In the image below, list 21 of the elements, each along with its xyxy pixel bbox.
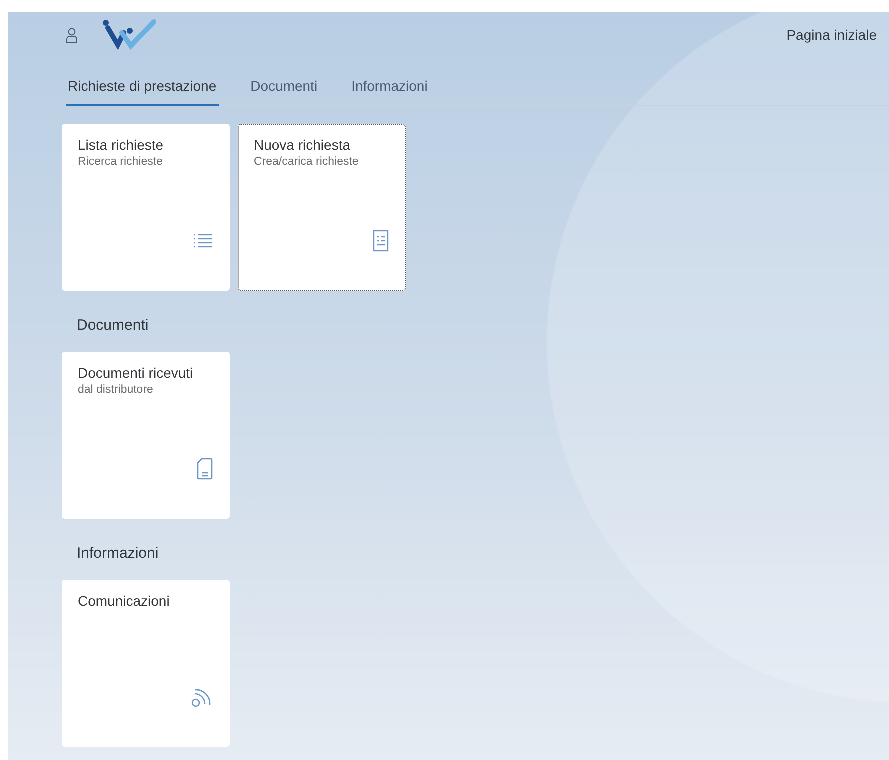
tile-title: Documenti ricevuti (78, 365, 194, 381)
tile-subtitle: Ricerca richieste (78, 156, 164, 168)
tile-subtitle: dal distributore (78, 384, 154, 396)
section-heading: Informazioni (76, 544, 160, 564)
section-heading: Documenti (76, 316, 150, 336)
app-tile[interactable]: Comunicazioni (62, 580, 230, 747)
form-icon (373, 230, 389, 252)
tile-title: Nuova richiesta (254, 137, 352, 153)
feed-icon (191, 688, 213, 708)
tab[interactable]: Richieste di prestazione (66, 70, 219, 106)
document-icon (197, 458, 213, 480)
tab[interactable]: Informazioni (350, 70, 430, 106)
tile-title: Lista richieste (78, 137, 165, 153)
app-tile[interactable]: Nuova richiesta Crea/carica richieste (238, 124, 406, 291)
app-tile[interactable]: Lista richieste Ricerca richieste (62, 124, 230, 291)
tile-subtitle: Crea/carica richieste (254, 156, 360, 168)
app-tile[interactable]: Documenti ricevuti dal distributore (62, 352, 230, 519)
user-icon[interactable] (66, 28, 78, 42)
tab[interactable]: Documenti (248, 70, 320, 106)
page-title: Pagina iniziale (786, 27, 877, 43)
tile-title: Comunicazioni (78, 593, 171, 609)
